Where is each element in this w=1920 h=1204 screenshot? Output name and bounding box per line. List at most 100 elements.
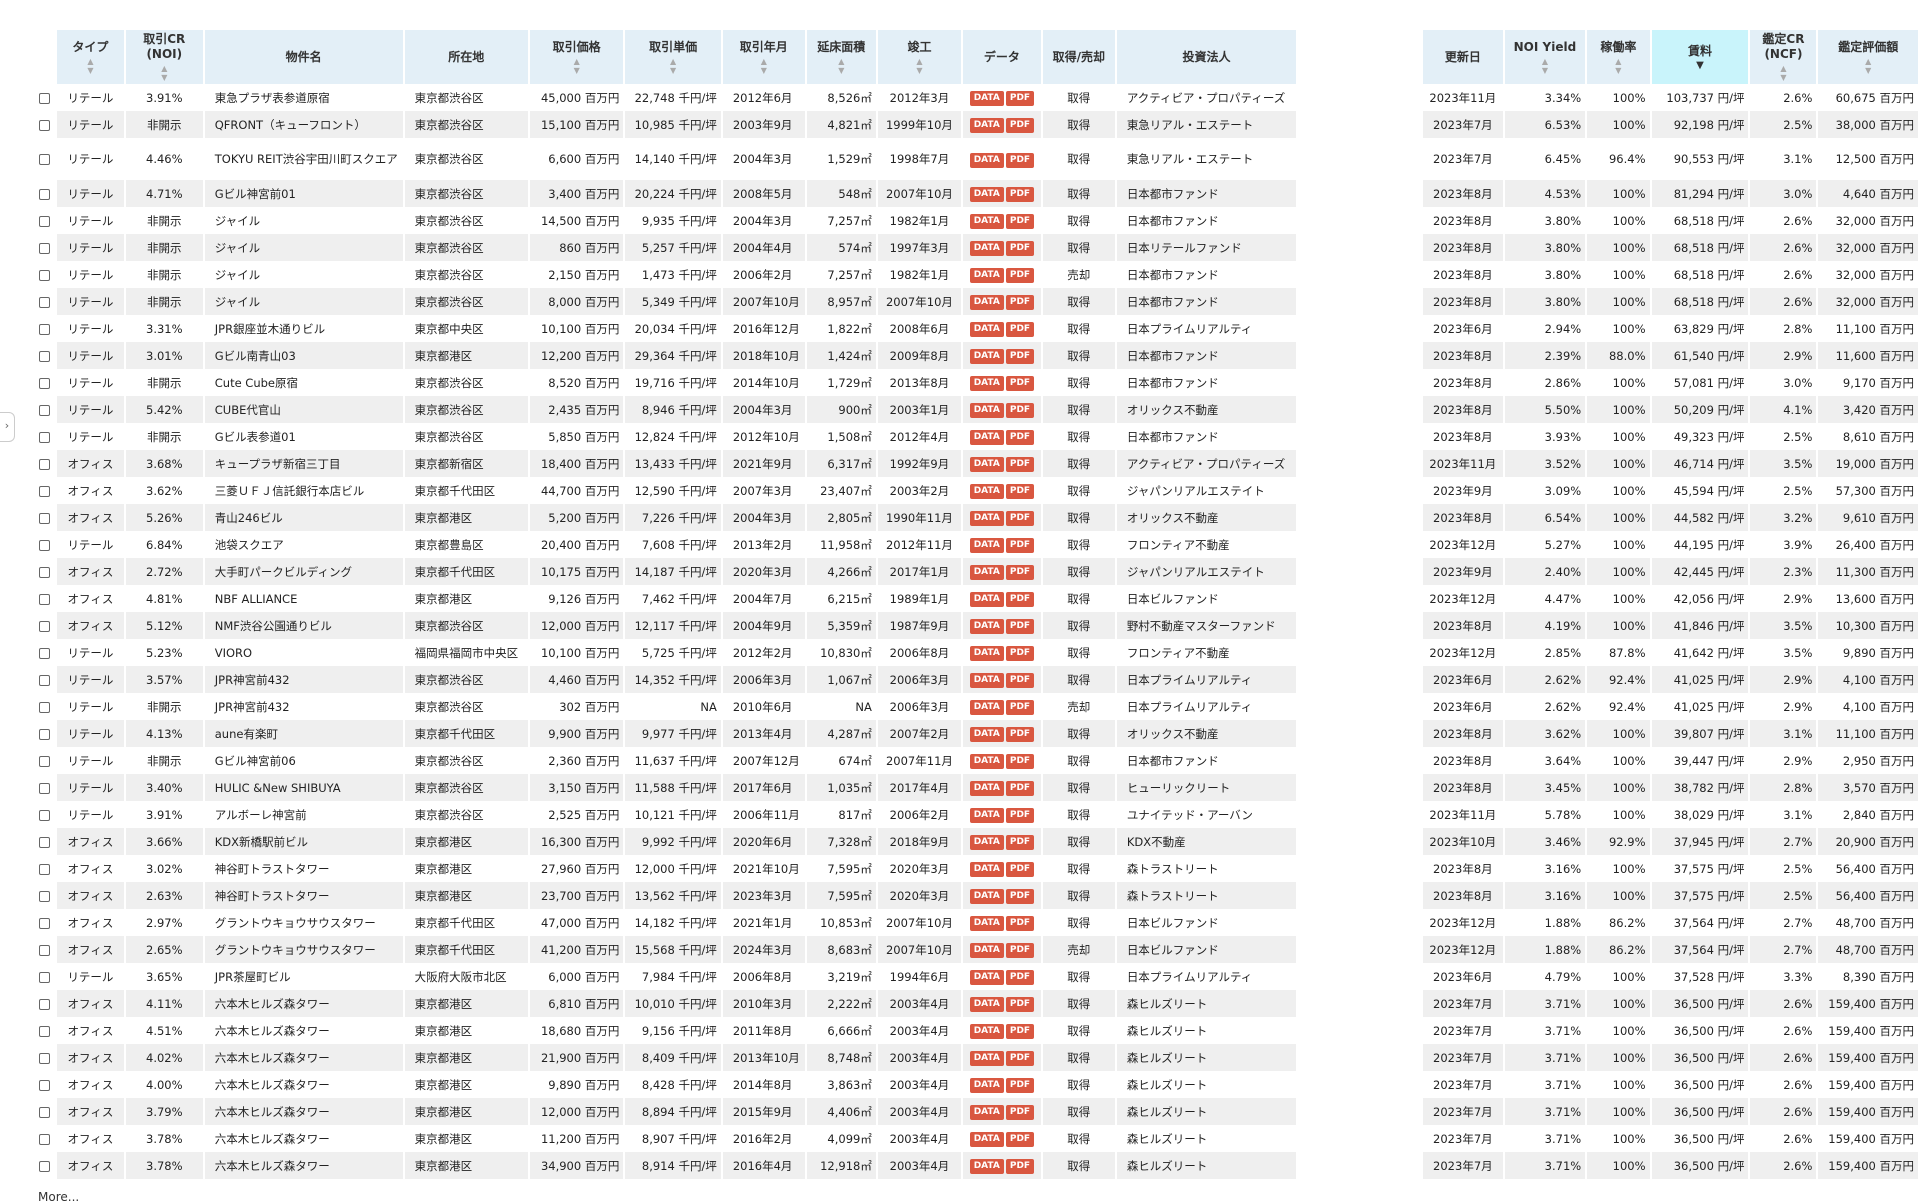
column-header-updated[interactable]: 更新日 — [1423, 30, 1505, 84]
column-header-name[interactable]: 物件名 — [204, 30, 405, 84]
pdf-button[interactable]: PDF — [1005, 322, 1035, 337]
more-link[interactable]: More... — [38, 1190, 79, 1204]
data-button[interactable]: DATA — [969, 295, 1004, 310]
row-checkbox[interactable] — [39, 539, 51, 551]
row-checkbox[interactable] — [39, 998, 51, 1010]
row-checkbox[interactable] — [39, 566, 51, 578]
data-button[interactable]: DATA — [969, 1051, 1004, 1066]
pdf-button[interactable]: PDF — [1005, 700, 1035, 715]
table-row[interactable]: オフィス 5.26% 青山246ビル 東京都港区 5,200 百万円 7,226 千円/坪… — [34, 504, 1920, 531]
row-checkbox[interactable] — [39, 1106, 51, 1118]
row-checkbox[interactable] — [39, 1079, 51, 1091]
table-row[interactable]: リテール 3.01% Gビル南青山03 東京都港区 12,200 百万円 29,364 千… — [34, 342, 1920, 369]
data-button[interactable]: DATA — [969, 322, 1004, 337]
sort-icon[interactable]: ▲ ▼ — [628, 57, 718, 75]
data-button[interactable]: DATA — [969, 268, 1004, 283]
row-checkbox[interactable] — [39, 154, 51, 165]
column-header-built[interactable]: 竣工 ▲ ▼ — [877, 30, 964, 84]
row-checkbox[interactable] — [39, 188, 51, 200]
sort-icon[interactable]: ▲ ▼ — [129, 64, 200, 82]
row-checkbox[interactable] — [39, 836, 51, 848]
sidebar-toggle-button[interactable]: › — [0, 412, 15, 442]
row-checkbox[interactable] — [39, 512, 51, 524]
data-button[interactable]: DATA — [969, 152, 1004, 168]
table-row[interactable]: リテール 非開示 Gビル神宮前06 東京都渋谷区 2,360 百万円 11,637 千円/… — [34, 747, 1920, 774]
table-row[interactable]: リテール 3.65% JPR茶屋町ビル 大阪府大阪市北区 6,000 百万円 7,984 … — [34, 963, 1920, 990]
table-row[interactable]: リテール 5.23% VIORO 福岡県福岡市中央区 10,100 百万円 5,725 千… — [34, 639, 1920, 666]
table-row[interactable]: オフィス 3.62% 三菱ＵＦＪ信託銀行本店ビル 東京都千代田区 44,700 百万円 1… — [34, 477, 1920, 504]
row-checkbox[interactable] — [39, 350, 51, 362]
pdf-button[interactable]: PDF — [1005, 241, 1035, 256]
table-row[interactable]: リテール 3.91% アルボーレ神宮前 東京都渋谷区 2,525 百万円 10,121 千… — [34, 801, 1920, 828]
table-row[interactable]: オフィス 3.68% キュープラザ新宿三丁目 東京都新宿区 18,400 百万円 13,4… — [34, 450, 1920, 477]
row-checkbox[interactable] — [39, 119, 51, 131]
row-checkbox[interactable] — [39, 620, 51, 632]
table-row[interactable]: リテール 4.71% Gビル神宮前01 東京都渋谷区 3,400 百万円 20,224 千… — [34, 180, 1920, 207]
data-button[interactable]: DATA — [969, 430, 1004, 445]
row-checkbox[interactable] — [39, 917, 51, 929]
data-button[interactable]: DATA — [969, 484, 1004, 499]
row-checkbox[interactable] — [39, 1133, 51, 1145]
table-row[interactable]: オフィス 3.66% KDX新橋駅前ビル 東京都港区 16,300 百万円 9,992 千… — [34, 828, 1920, 855]
row-checkbox[interactable] — [39, 647, 51, 659]
data-button[interactable]: DATA — [969, 646, 1004, 661]
row-checkbox[interactable] — [39, 323, 51, 335]
pdf-button[interactable]: PDF — [1005, 295, 1035, 310]
row-checkbox[interactable] — [39, 1160, 51, 1172]
row-checkbox[interactable] — [39, 458, 51, 470]
sort-desc-icon[interactable]: ▼ — [1655, 61, 1746, 71]
table-row[interactable]: リテール 非開示 ジャイル 東京都渋谷区 2,150 百万円 1,473 千円/坪 2006… — [34, 261, 1920, 288]
pdf-button[interactable]: PDF — [1005, 835, 1035, 850]
pdf-button[interactable]: PDF — [1005, 152, 1035, 168]
column-header-rent[interactable]: 賃料 ▼ — [1651, 30, 1751, 84]
data-button[interactable]: DATA — [969, 970, 1004, 985]
sort-icon[interactable]: ▲ ▼ — [60, 57, 121, 75]
pdf-button[interactable]: PDF — [1005, 457, 1035, 472]
pdf-button[interactable]: PDF — [1005, 754, 1035, 769]
table-row[interactable]: リテール 非開示 ジャイル 東京都渋谷区 14,500 百万円 9,935 千円/坪 200… — [34, 207, 1920, 234]
column-header-type[interactable]: タイプ ▲ ▼ — [57, 30, 126, 84]
pdf-button[interactable]: PDF — [1005, 916, 1035, 931]
pdf-button[interactable]: PDF — [1005, 997, 1035, 1012]
pdf-button[interactable]: PDF — [1005, 943, 1035, 958]
pdf-button[interactable]: PDF — [1005, 970, 1035, 985]
data-button[interactable]: DATA — [969, 1159, 1004, 1174]
pdf-button[interactable]: PDF — [1005, 1105, 1035, 1120]
row-checkbox[interactable] — [39, 404, 51, 416]
row-checkbox[interactable] — [39, 701, 51, 713]
table-row[interactable]: オフィス 3.79% 六本木ヒルズ森タワー 東京都港区 12,000 百万円 8,894 … — [34, 1098, 1920, 1125]
data-button[interactable]: DATA — [969, 916, 1004, 931]
column-header-price[interactable]: 取引価格 ▲ ▼ — [530, 30, 626, 84]
row-checkbox[interactable] — [39, 971, 51, 983]
data-button[interactable]: DATA — [969, 187, 1004, 202]
pdf-button[interactable]: PDF — [1005, 565, 1035, 580]
row-checkbox[interactable] — [39, 485, 51, 497]
data-button[interactable]: DATA — [969, 862, 1004, 877]
data-button[interactable]: DATA — [969, 889, 1004, 904]
column-header-unit-price[interactable]: 取引単価 ▲ ▼ — [625, 30, 723, 84]
data-button[interactable]: DATA — [969, 754, 1004, 769]
pdf-button[interactable]: PDF — [1005, 430, 1035, 445]
column-header-appraisal[interactable]: 鑑定評価額 ▲ ▼ — [1818, 30, 1920, 84]
sort-icon[interactable]: ▲ ▼ — [1508, 57, 1583, 75]
pdf-button[interactable]: PDF — [1005, 403, 1035, 418]
pdf-button[interactable]: PDF — [1005, 619, 1035, 634]
column-header-date[interactable]: 取引年月 ▲ ▼ — [722, 30, 807, 84]
column-header-location[interactable]: 所在地 — [404, 30, 531, 84]
pdf-button[interactable]: PDF — [1005, 268, 1035, 283]
row-checkbox[interactable] — [39, 863, 51, 875]
pdf-button[interactable]: PDF — [1005, 808, 1035, 823]
data-button[interactable]: DATA — [969, 349, 1004, 364]
table-row[interactable]: リテール 非開示 Cute Cube原宿 東京都渋谷区 8,520 百万円 19,716 … — [34, 369, 1920, 396]
row-checkbox[interactable] — [39, 1052, 51, 1064]
column-header-cr-noi[interactable]: 取引CR (NOI) ▲ ▼ — [125, 30, 205, 84]
table-row[interactable]: リテール 4.13% aune有楽町 東京都千代田区 9,900 百万円 9,977 千円… — [34, 720, 1920, 747]
data-button[interactable]: DATA — [969, 943, 1004, 958]
data-button[interactable]: DATA — [969, 214, 1004, 229]
table-row[interactable]: オフィス 5.12% NMF渋谷公園通りビル 東京都渋谷区 12,000 百万円 12,1… — [34, 612, 1920, 639]
pdf-button[interactable]: PDF — [1005, 187, 1035, 202]
pdf-button[interactable]: PDF — [1005, 1078, 1035, 1093]
pdf-button[interactable]: PDF — [1005, 781, 1035, 796]
pdf-button[interactable]: PDF — [1005, 862, 1035, 877]
pdf-button[interactable]: PDF — [1005, 727, 1035, 742]
